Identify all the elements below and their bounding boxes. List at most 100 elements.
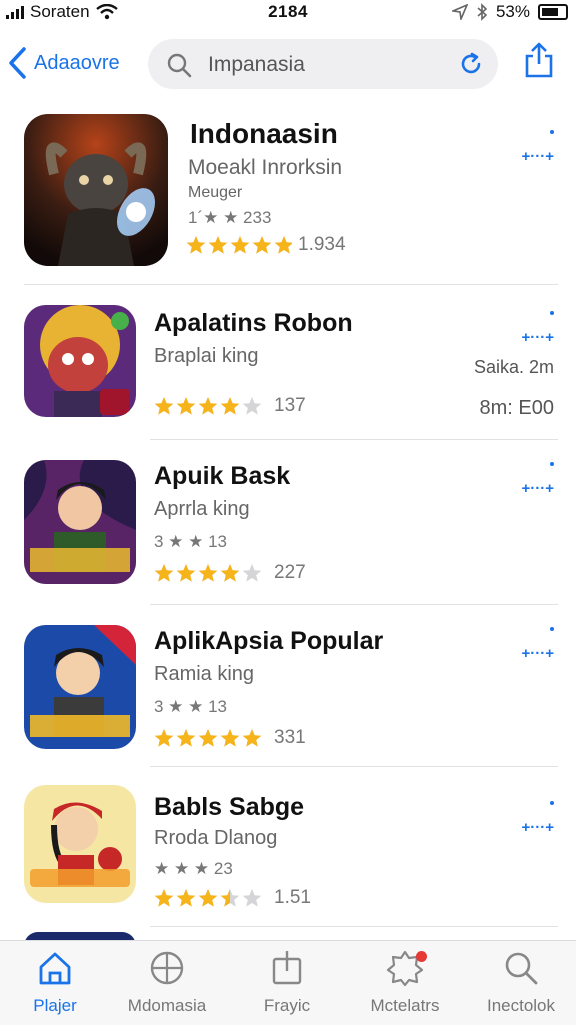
app-extra: Meuger (188, 184, 243, 201)
more-icon[interactable] (550, 130, 554, 138)
star-filled (252, 236, 272, 254)
search-icon (505, 952, 538, 985)
app-title: Indonaasin (190, 118, 338, 149)
app-icon-apuik (24, 460, 136, 584)
list-item[interactable]: AplikApsia Popular Ramia king 3 ★ ★ 13 3… (0, 605, 576, 767)
star-filled (242, 729, 262, 747)
home-icon (39, 952, 71, 985)
star-filled (176, 889, 196, 907)
app-subtitle: Rroda Dlanog (154, 827, 278, 849)
star-rating: 137 (154, 395, 306, 417)
star-filled (154, 889, 174, 907)
app-meta: 8m: E00 (479, 397, 554, 419)
app-icon-apalatins (24, 305, 136, 417)
rating-count: 331 (274, 727, 306, 748)
bluetooth-icon (477, 3, 488, 21)
star-filled (154, 729, 174, 747)
star-filled (198, 397, 218, 415)
tab-label: Plajer (33, 996, 77, 1015)
share-box-icon (272, 951, 302, 985)
stars-icon (154, 729, 262, 747)
mini-rating: ★ ★ ★ 23 (154, 859, 233, 878)
hero-icon (24, 625, 136, 749)
get-button[interactable]: +···+ (521, 819, 554, 836)
get-button[interactable]: +···+ (521, 480, 554, 497)
location-icon (451, 4, 468, 20)
tab-plajer[interactable]: Plajer (0, 949, 110, 1016)
tab-bar: Plajer Mdomasia Frayic Mctelatrs Inectol… (0, 940, 576, 1025)
share-icon[interactable] (524, 42, 554, 78)
star-filled (220, 397, 240, 415)
tab-label: Mdomasia (127, 996, 207, 1015)
star-filled (154, 397, 174, 415)
tab-inectolok[interactable]: Inectolok (466, 949, 576, 1016)
notification-dot (416, 951, 427, 962)
back-label: Adaaovre (34, 51, 120, 74)
more-icon[interactable] (550, 627, 554, 635)
get-button[interactable]: +···+ (521, 645, 554, 662)
app-title: Babls Sabge (154, 793, 305, 821)
star-filled (176, 564, 196, 582)
divider (150, 926, 558, 927)
app-icon-babls (24, 785, 136, 903)
tab-mdomasia[interactable]: Mdomasia (112, 949, 222, 1016)
globe-icon (150, 951, 184, 985)
search-icon (167, 53, 192, 78)
more-icon[interactable] (550, 462, 554, 470)
star-filled (186, 236, 206, 254)
chevron-left-icon (9, 47, 26, 79)
app-subtitle: Moeakl Inrorksin (188, 156, 343, 179)
app-icon-aplikapsia (24, 625, 136, 749)
star-filled (198, 564, 218, 582)
app-icon-indonaasin (24, 114, 168, 266)
star-rating: 331 (154, 727, 306, 749)
get-button[interactable]: +···+ (521, 329, 554, 346)
monster-icon (24, 114, 168, 266)
star-filled (176, 729, 196, 747)
star-rating: 1.934 (186, 234, 346, 256)
star-rating: 227 (154, 562, 306, 584)
app-subtitle: Ramia king (154, 663, 255, 685)
star-filled (198, 729, 218, 747)
star-filled (274, 236, 292, 254)
status-bar: Soraten 2184 53% (0, 0, 576, 26)
star-filled (220, 564, 240, 582)
rating-count: 137 (274, 395, 306, 416)
star-filled (154, 564, 174, 582)
list-item[interactable]: Babls Sabge Rroda Dlanog ★ ★ ★ 23 1.51 +… (0, 767, 576, 927)
tab-label: Mctelatrs (370, 996, 440, 1015)
star-filled (208, 236, 228, 254)
mini-rating: 1­´★ ★ 233 (188, 208, 272, 227)
list-item[interactable]: Apalatins Robon Braplai king 137 +···+ S… (0, 285, 576, 440)
tab-label: Inectolok (486, 996, 556, 1015)
star-empty (242, 397, 262, 415)
tab-label: Frayic (263, 996, 311, 1015)
star-empty (242, 564, 262, 582)
star-empty (242, 889, 262, 907)
rating-count: 1.934 (298, 234, 346, 255)
battery-icon (538, 4, 568, 20)
search-bar[interactable] (148, 39, 498, 89)
stars-icon (186, 236, 292, 254)
star-rating: 1.51 (154, 887, 311, 909)
tab-mctelatrs[interactable]: Mctelatrs (350, 949, 460, 1016)
more-icon[interactable] (550, 311, 554, 319)
reload-icon[interactable] (458, 51, 484, 77)
hero-icon (24, 460, 136, 584)
star-filled (176, 397, 196, 415)
battery-percent: 53% (495, 2, 530, 21)
star-filled (198, 889, 218, 907)
stars-icon (154, 889, 262, 907)
search-input[interactable] (206, 49, 440, 81)
more-icon[interactable] (550, 801, 554, 809)
list-item[interactable]: Apuik Bask Aprrla king 3 ★ ★ 13 227 +···… (0, 440, 576, 605)
rating-count: 1.51 (274, 887, 311, 908)
nav-bar: Adaaovre (0, 34, 576, 94)
back-button[interactable]: Adaaovre (6, 46, 120, 80)
app-title: Apuik Bask (154, 462, 291, 490)
list-item[interactable]: Indonaasin Moeakl Inrorksin Meuger 1­´★ … (0, 108, 576, 285)
stars-icon (154, 564, 262, 582)
tab-frayic[interactable]: Frayic (232, 949, 342, 1016)
mini-rating: 3 ★ ★ 13 (154, 697, 228, 716)
get-button[interactable]: +···+ (521, 148, 554, 165)
